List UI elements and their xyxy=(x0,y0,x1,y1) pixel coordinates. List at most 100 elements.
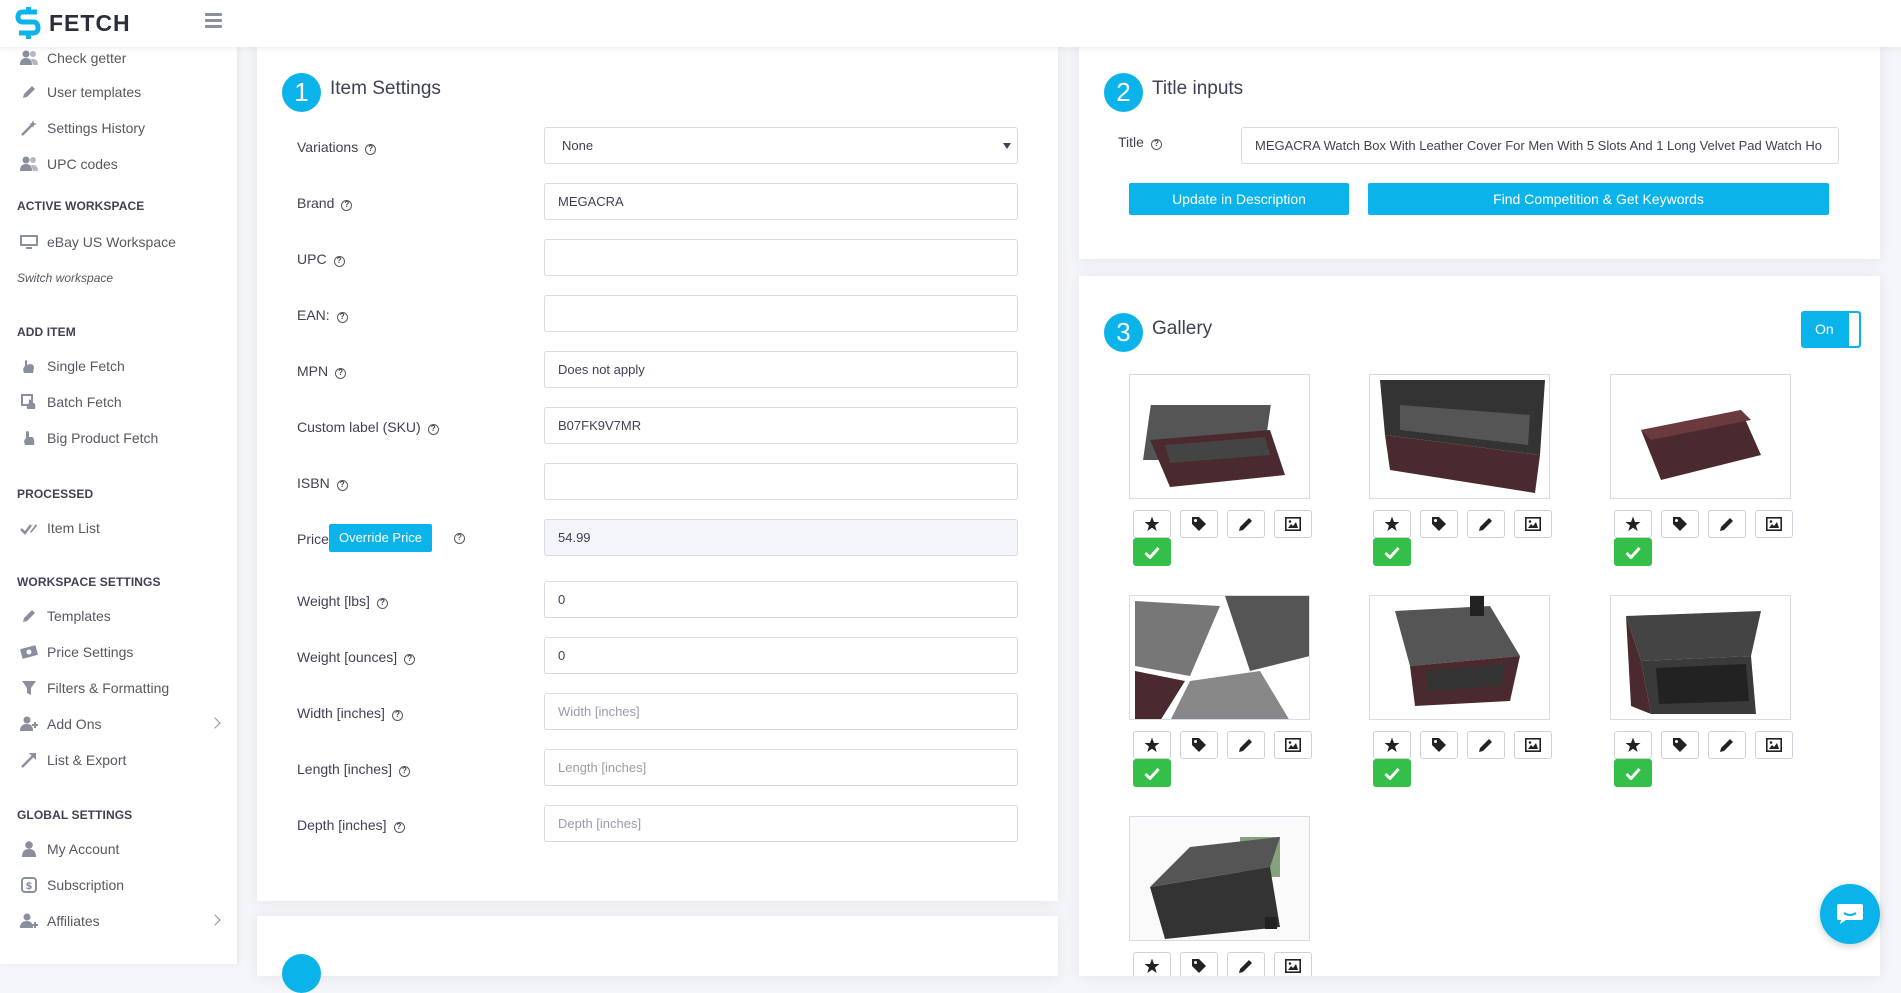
pencil-button[interactable] xyxy=(1467,731,1505,759)
star-button[interactable] xyxy=(1133,952,1171,976)
image-button[interactable] xyxy=(1755,731,1793,759)
tag-icon xyxy=(1191,958,1207,974)
upc-input[interactable] xyxy=(544,239,1018,276)
tag-button[interactable] xyxy=(1420,731,1458,759)
sidebar-item-list-export[interactable]: List & Export xyxy=(0,743,237,777)
update-in-description-button[interactable]: Update in Description xyxy=(1129,183,1349,215)
sidebar-item-add-ons[interactable]: Add Ons xyxy=(0,707,237,741)
sidebar-item-templates[interactable]: Templates xyxy=(0,599,237,633)
field-label: Length [inches] xyxy=(297,761,392,777)
override-price-button[interactable]: Override Price xyxy=(329,524,432,552)
chat-button[interactable] xyxy=(1820,884,1880,944)
help-icon[interactable]: ? xyxy=(393,822,405,833)
tag-button[interactable] xyxy=(1180,510,1218,538)
selected-check-button[interactable] xyxy=(1373,538,1411,566)
pencil-button[interactable] xyxy=(1708,510,1746,538)
selected-check-button[interactable] xyxy=(1133,538,1171,566)
help-icon[interactable]: ? xyxy=(454,533,465,544)
selected-check-button[interactable] xyxy=(1614,538,1652,566)
product-image[interactable] xyxy=(1369,595,1550,720)
weight-ounces-input[interactable]: 0 xyxy=(544,637,1018,674)
sidebar-item-subscription[interactable]: $ Subscription xyxy=(0,868,237,902)
sidebar-item-filters-formatting[interactable]: Filters & Formatting xyxy=(0,671,237,705)
star-button[interactable] xyxy=(1133,510,1171,538)
help-icon[interactable]: ? xyxy=(391,710,403,721)
selected-check-button[interactable] xyxy=(1373,759,1411,787)
product-image[interactable] xyxy=(1129,816,1310,941)
pencil-button[interactable] xyxy=(1227,510,1265,538)
help-icon[interactable]: ? xyxy=(404,654,416,665)
weight-lbs-input[interactable]: 0 xyxy=(544,581,1018,618)
pencil-button[interactable] xyxy=(1227,952,1265,976)
sidebar-item-item-list[interactable]: Item List xyxy=(0,511,237,545)
star-button[interactable] xyxy=(1373,510,1411,538)
depth-input[interactable]: Depth [inches] xyxy=(544,805,1018,842)
tag-button[interactable] xyxy=(1661,731,1699,759)
isbn-input[interactable] xyxy=(544,463,1018,500)
sidebar-item-settings-history[interactable]: Settings History xyxy=(0,111,237,145)
find-competition-button[interactable]: Find Competition & Get Keywords xyxy=(1368,183,1829,215)
product-image[interactable] xyxy=(1610,374,1791,499)
sidebar-item-batch-fetch[interactable]: Batch Fetch xyxy=(0,385,237,419)
hamburger-menu-icon[interactable] xyxy=(205,13,222,29)
help-icon[interactable]: ? xyxy=(376,598,388,609)
sku-input[interactable]: B07FK9V7MR xyxy=(544,407,1018,444)
sidebar-item-check-getter[interactable]: Check getter xyxy=(0,47,237,75)
image-button[interactable] xyxy=(1274,952,1312,976)
mpn-input[interactable]: Does not apply xyxy=(544,351,1018,388)
help-icon[interactable]: ? xyxy=(335,368,347,379)
ean-input[interactable] xyxy=(544,295,1018,332)
sidebar-item-user-templates[interactable]: User templates xyxy=(0,75,237,109)
gallery-toggle[interactable]: On xyxy=(1801,311,1861,348)
pencil-button[interactable] xyxy=(1227,731,1265,759)
title-input[interactable]: MEGACRA Watch Box With Leather Cover For… xyxy=(1241,127,1839,164)
help-icon[interactable]: ? xyxy=(398,766,410,777)
tag-button[interactable] xyxy=(1180,952,1218,976)
sidebar-item-affiliates[interactable]: Affiliates xyxy=(0,904,237,938)
sidebar-item-my-account[interactable]: My Account xyxy=(0,832,237,866)
help-icon[interactable]: ? xyxy=(336,480,348,491)
sidebar-item-label: Settings History xyxy=(47,120,146,136)
image-button[interactable] xyxy=(1755,510,1793,538)
star-button[interactable] xyxy=(1133,731,1171,759)
brand-input[interactable]: MEGACRA xyxy=(544,183,1018,220)
star-button[interactable] xyxy=(1614,731,1652,759)
product-image[interactable] xyxy=(1610,595,1791,720)
length-input[interactable]: Length [inches] xyxy=(544,749,1018,786)
sidebar-item-upc-codes[interactable]: UPC codes xyxy=(0,147,237,181)
help-icon[interactable]: ? xyxy=(365,144,377,155)
sidebar-item-single-fetch[interactable]: Single Fetch xyxy=(0,349,237,383)
image-button[interactable] xyxy=(1274,510,1312,538)
product-image[interactable] xyxy=(1369,374,1550,499)
variations-select[interactable]: None xyxy=(544,127,1018,164)
field-label: MPN xyxy=(297,363,329,379)
logo[interactable]: FETCH xyxy=(14,7,131,39)
selected-check-button[interactable] xyxy=(1614,759,1652,787)
sidebar-item-price-settings[interactable]: Price Settings xyxy=(0,635,237,669)
sidebar-item-big-product-fetch[interactable]: Big Product Fetch xyxy=(0,421,237,455)
star-button[interactable] xyxy=(1373,731,1411,759)
price-input[interactable]: 54.99 xyxy=(544,519,1018,556)
star-button[interactable] xyxy=(1614,510,1652,538)
switch-workspace-link[interactable]: Switch workspace xyxy=(17,271,113,285)
image-button[interactable] xyxy=(1514,510,1552,538)
card-title: Gallery xyxy=(1152,318,1213,339)
sidebar-item-workspace[interactable]: eBay US Workspace xyxy=(0,225,237,259)
image-button[interactable] xyxy=(1274,731,1312,759)
selected-check-button[interactable] xyxy=(1133,759,1171,787)
width-input[interactable]: Width [inches] xyxy=(544,693,1018,730)
image-button[interactable] xyxy=(1514,731,1552,759)
field-label: ISBN xyxy=(297,475,330,491)
help-icon[interactable]: ? xyxy=(1150,139,1162,150)
help-icon[interactable]: ? xyxy=(336,312,348,323)
product-image[interactable] xyxy=(1129,374,1310,499)
help-icon[interactable]: ? xyxy=(427,424,439,435)
tag-button[interactable] xyxy=(1661,510,1699,538)
tag-button[interactable] xyxy=(1420,510,1458,538)
help-icon[interactable]: ? xyxy=(341,200,353,211)
pencil-button[interactable] xyxy=(1708,731,1746,759)
help-icon[interactable]: ? xyxy=(333,256,345,267)
product-image[interactable] xyxy=(1129,595,1310,720)
pencil-button[interactable] xyxy=(1467,510,1505,538)
tag-button[interactable] xyxy=(1180,731,1218,759)
